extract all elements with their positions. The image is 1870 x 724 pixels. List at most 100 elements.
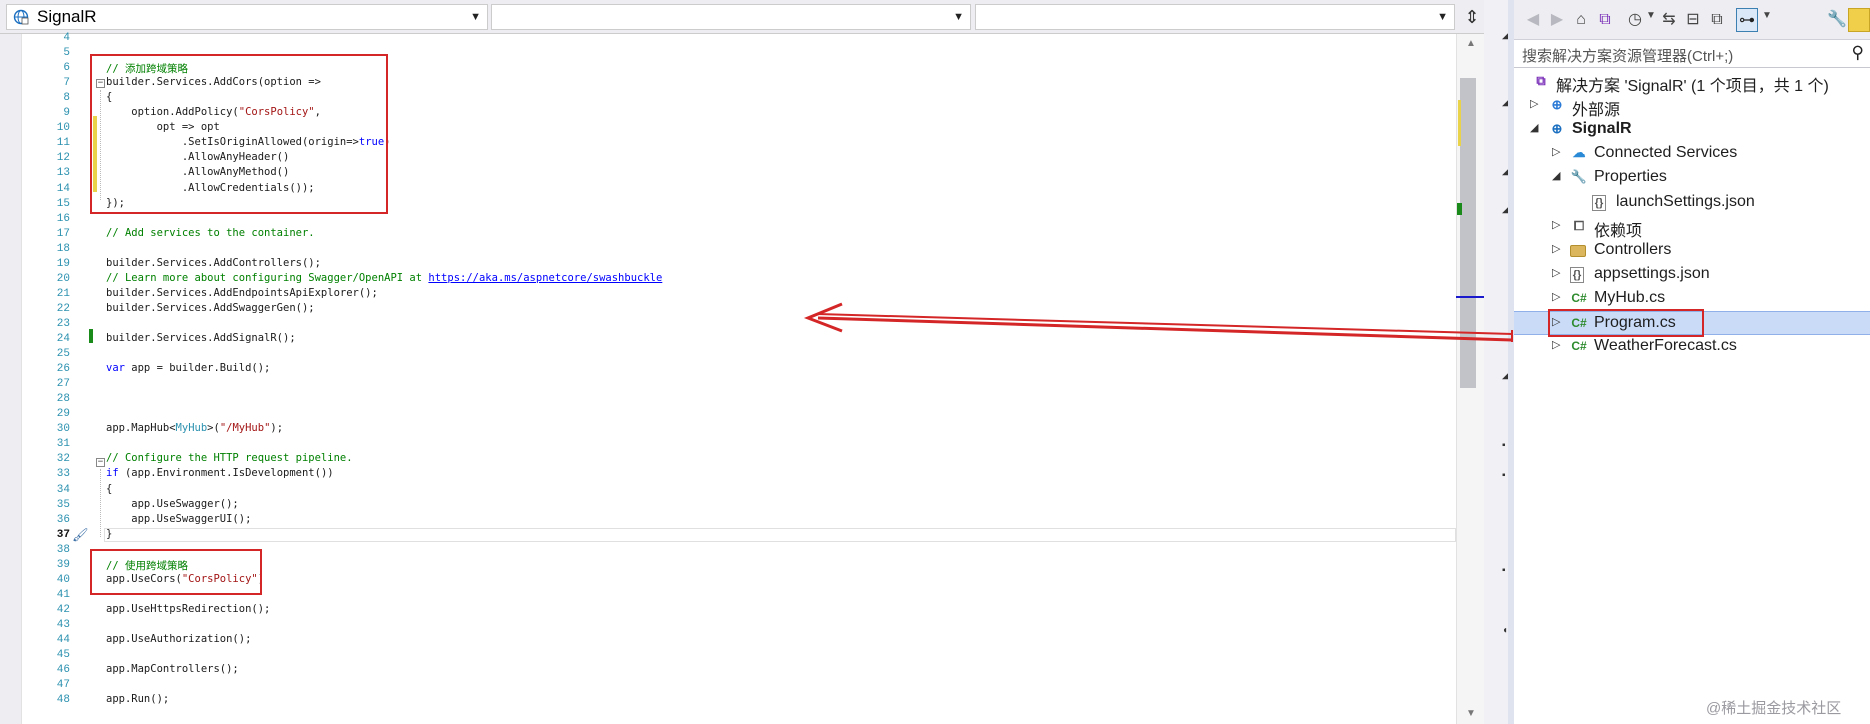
tree-item[interactable]: ▷ Controllers	[1514, 239, 1870, 263]
collapsed-arrow-icon[interactable]: ▷	[1552, 266, 1560, 279]
line-number: 48	[56, 694, 70, 707]
code-line[interactable]: app.MapHub<MyHub>("/MyHub");	[106, 422, 283, 434]
code-line[interactable]: builder.Services.AddSignalR();	[106, 332, 296, 344]
solution-search-input[interactable]: 搜索解决方案资源管理器(Ctrl+;) ⚲	[1514, 40, 1870, 68]
wrench-icon[interactable]: 🔧	[1826, 8, 1848, 32]
tree-item-label: Properties	[1594, 168, 1667, 186]
tree-item[interactable]: ▷ ☁ Connected Services	[1514, 142, 1870, 166]
scrollbar-thumb[interactable]	[1460, 78, 1476, 388]
member-dropdown[interactable]: ▼	[975, 4, 1455, 30]
code-line[interactable]: app.MapControllers();	[106, 663, 239, 675]
tree-item[interactable]: ▷ C# MyHub.cs	[1514, 287, 1870, 311]
sync-icon[interactable]: ⇆	[1658, 8, 1680, 32]
code-line[interactable]: app.UseAuthorization();	[106, 633, 251, 645]
code-line[interactable]: app.UseSwaggerUI();	[106, 513, 251, 525]
code-line[interactable]: // Learn more about configuring Swagger/…	[106, 272, 662, 284]
solution-explorer-toolbar: ◀ ▶ ⌂ ⧉ ◷ ▼ ⇆ ⊟ ⧉ ⊶ ▼ 🔧	[1514, 0, 1870, 40]
line-number: 10	[56, 122, 70, 135]
quick-actions-brush-icon[interactable]: 🖌	[72, 527, 89, 543]
line-number: 12	[56, 152, 70, 165]
highlight-box-use-cors	[90, 549, 262, 595]
json-file-icon: {}	[1592, 194, 1606, 211]
collapsed-arrow-icon[interactable]: ▷	[1552, 338, 1560, 351]
forward-icon[interactable]: ▶	[1546, 8, 1568, 32]
back-icon[interactable]: ◀	[1522, 8, 1544, 32]
collapsed-arrow-icon[interactable]: ▷	[1552, 218, 1560, 231]
line-number: 47	[56, 679, 70, 692]
code-line[interactable]: app.Run();	[106, 693, 169, 705]
code-line[interactable]: // Add services to the container.	[106, 227, 315, 239]
scrollbar-change-marker	[1458, 100, 1461, 146]
vs-switch-icon[interactable]: ⧉	[1594, 8, 1616, 32]
line-number: 33	[56, 468, 70, 481]
line-number: 26	[56, 363, 70, 376]
code-line[interactable]: {	[106, 483, 112, 495]
home-icon[interactable]: ⌂	[1570, 8, 1592, 32]
tree-item[interactable]: ⧉ 解决方案 'SignalR' (1 个项目，共 1 个)	[1514, 70, 1870, 95]
chevron-down-icon: ▼	[470, 11, 481, 23]
csharp-file-icon: C#	[1571, 339, 1587, 354]
pin-icon[interactable]	[1848, 8, 1870, 32]
line-number: 29	[56, 408, 70, 421]
project-dropdown-label: SignalR	[37, 7, 97, 26]
collapsed-arrow-icon[interactable]: ▷	[1552, 145, 1560, 158]
collapse-region-icon[interactable]: −	[96, 458, 105, 467]
tree-item-label: SignalR	[1572, 120, 1632, 138]
filter-dropdown-icon[interactable]: ▼	[1762, 10, 1772, 21]
expanded-arrow-icon[interactable]: ◢	[1552, 169, 1560, 182]
line-number: 42	[56, 603, 70, 616]
indent-guide	[100, 469, 101, 537]
search-icon[interactable]: ⚲	[1852, 43, 1864, 63]
code-line[interactable]: builder.Services.AddSwaggerGen();	[106, 302, 315, 314]
filter-icon[interactable]: ⊶	[1736, 8, 1758, 32]
code-line[interactable]: app.UseSwagger();	[106, 498, 238, 510]
tree-item-label: appsettings.json	[1594, 264, 1710, 282]
tree-item-label: 依赖项	[1594, 222, 1643, 240]
project-dropdown[interactable]: SignalR ▼	[6, 4, 488, 30]
tree-item[interactable]: ◢ 🔧 Properties	[1514, 166, 1870, 190]
web-project-icon: ⊕	[1551, 121, 1563, 137]
split-window-icon[interactable]: ⇕	[1462, 6, 1482, 28]
scroll-up-icon[interactable]: ▲	[1457, 38, 1485, 49]
line-number: 36	[56, 513, 70, 526]
tree-item[interactable]: ▷ C# WeatherForecast.cs	[1514, 335, 1870, 359]
code-editor[interactable]: SignalR ▼ ▼ ▼ ⇕ 4 5 6 7 8 9 10 11 12 13 14 15 16 17 18…	[0, 0, 1484, 724]
code-line[interactable]: var app = builder.Build();	[106, 362, 270, 374]
tree-item[interactable]: ▷ {} appsettings.json	[1514, 263, 1870, 287]
line-number: 21	[56, 287, 70, 300]
line-number: 39	[56, 558, 70, 571]
line-number: 45	[56, 649, 70, 662]
scroll-down-icon[interactable]: ▼	[1457, 708, 1485, 719]
code-line[interactable]: builder.Services.AddControllers();	[106, 257, 321, 269]
watermark: @稀土掘金技术社区	[1706, 700, 1842, 717]
tree-item[interactable]: ▷ ⊕ 外部源	[1514, 94, 1870, 119]
line-number: 46	[56, 664, 70, 677]
collapsed-arrow-icon[interactable]: ▷	[1552, 242, 1560, 255]
history-dropdown-icon[interactable]: ▼	[1646, 10, 1656, 21]
type-dropdown[interactable]: ▼	[491, 4, 971, 30]
current-line-highlight	[104, 528, 1456, 542]
line-number: 14	[56, 182, 70, 195]
code-line[interactable]: // Configure the HTTP request pipeline.	[106, 452, 353, 464]
line-number: 27	[56, 378, 70, 391]
tree-item[interactable]: ◢ ⊕ SignalR	[1514, 118, 1870, 142]
collapsed-arrow-icon[interactable]: ▷	[1530, 97, 1538, 110]
line-number: 37	[56, 528, 70, 541]
solution-icon: ⧉	[1536, 73, 1546, 88]
expanded-arrow-icon[interactable]: ◢	[1530, 121, 1538, 134]
tree-item[interactable]: ▷ C# Program.cs	[1514, 309, 1870, 337]
tree-item[interactable]: ▷ ⧠ 依赖项	[1514, 215, 1870, 240]
collapse-icon[interactable]: ⊟	[1682, 8, 1704, 32]
line-number: 5	[63, 47, 70, 60]
tree-item[interactable]: {} launchSettings.json	[1514, 191, 1870, 215]
code-line[interactable]: if (app.Environment.IsDevelopment())	[106, 467, 334, 479]
history-icon[interactable]: ◷	[1624, 8, 1646, 32]
chevron-down-icon: ▼	[1437, 11, 1448, 23]
line-number: 25	[56, 348, 70, 361]
collapsed-arrow-icon[interactable]: ▷	[1552, 290, 1560, 303]
copy-icon[interactable]: ⧉	[1706, 8, 1728, 32]
code-line[interactable]: builder.Services.AddEndpointsApiExplorer…	[106, 287, 378, 299]
highlight-box-add-cors	[90, 54, 388, 214]
line-number: 32	[56, 453, 70, 466]
code-line[interactable]: app.UseHttpsRedirection();	[106, 603, 270, 615]
